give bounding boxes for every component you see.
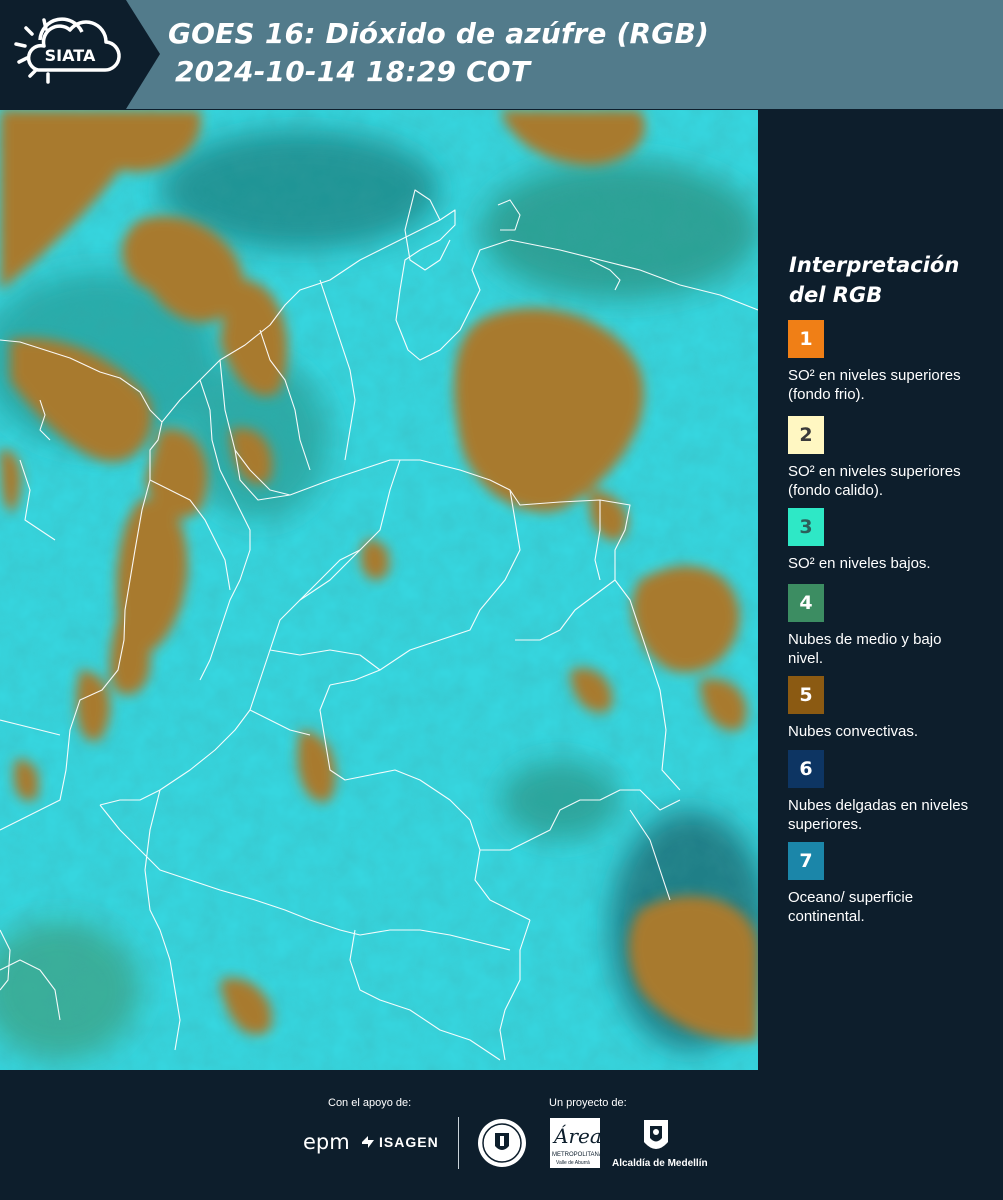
- legend-number: 5: [799, 684, 813, 706]
- legend-number: 4: [799, 592, 813, 614]
- alcaldia-text: Alcaldía de Medellín: [612, 1158, 708, 1169]
- legend-number: 3: [799, 516, 813, 538]
- legend-item-4: 4 Nubes de medio y bajo nivel.: [788, 584, 988, 668]
- legend-title-line-1: Interpretación: [789, 253, 960, 277]
- legend-panel: Interpretación del RGB 1 SO² en niveles …: [760, 110, 1003, 1070]
- siata-logo-text: SIATA: [45, 46, 96, 65]
- legend-number: 6: [799, 758, 813, 780]
- area-logo-line1: METROPOLITANA: [552, 1152, 603, 1158]
- legend-swatch-2: 2: [788, 416, 824, 454]
- legend-swatch-7: 7: [788, 842, 824, 880]
- legend-number: 7: [799, 850, 813, 872]
- legend-number: 2: [799, 424, 813, 446]
- legend-text: Oceano/ superficie continental.: [788, 889, 914, 925]
- alcaldia-shield-icon: [641, 1118, 671, 1156]
- legend-item-1: 1 SO² en niveles superiores (fondo frio)…: [788, 320, 988, 404]
- siata-logo: SIATA: [0, 0, 160, 109]
- footer: Con el apoyo de: Un proyecto de: epm ISA…: [0, 1070, 1003, 1200]
- legend-text: Nubes delgadas en niveles superiores.: [788, 797, 969, 833]
- legend-swatch-1: 1: [788, 320, 824, 358]
- legend-swatch-5: 5: [788, 676, 824, 714]
- legend-swatch-3: 3: [788, 508, 824, 546]
- footer-divider: [458, 1117, 459, 1169]
- legend-text: Nubes convectivas.: [788, 723, 919, 740]
- legend-text: Nubes de medio y bajo nivel.: [788, 631, 942, 667]
- header: SIATA GOES 16: Dióxido de azúfre (RGB) 2…: [0, 0, 1003, 109]
- legend-item-2: 2 SO² en niveles superiores (fondo calid…: [788, 416, 988, 500]
- area-logo-line2: Valle de Aburrá: [556, 1160, 590, 1166]
- epm-logo: epm: [303, 1130, 350, 1154]
- legend-item-6: 6 Nubes delgadas en niveles superiores.: [788, 750, 988, 834]
- area-logo-word: Área: [554, 1124, 602, 1148]
- legend-number: 1: [799, 328, 813, 350]
- legend-text: SO² en niveles superiores (fondo frio).: [788, 367, 961, 403]
- legend-item-7: 7 Oceano/ superficie continental.: [788, 842, 988, 926]
- legend-swatch-4: 4: [788, 584, 824, 622]
- satellite-map: [0, 110, 758, 1070]
- isagen-logo: ISAGEN: [379, 1134, 439, 1150]
- page-title: GOES 16: Dióxido de azúfre (RGB): [168, 17, 710, 50]
- legend-title-line-2: del RGB: [789, 283, 883, 307]
- legend-title: Interpretación del RGB: [789, 250, 989, 310]
- project-label: Un proyecto de:: [549, 1097, 627, 1109]
- timestamp: 2024-10-14 18:29 COT: [175, 55, 531, 88]
- support-label: Con el apoyo de:: [328, 1097, 412, 1109]
- area-metropolitana-logo: Área METROPOLITANA Valle de Aburrá: [550, 1118, 603, 1168]
- legend-item-3: 3 SO² en niveles bajos.: [788, 508, 988, 573]
- legend-text: SO² en niveles superiores (fondo calido)…: [788, 463, 961, 499]
- medellin-seal: [477, 1118, 527, 1168]
- isagen-icon: [360, 1134, 376, 1150]
- legend-swatch-6: 6: [788, 750, 824, 788]
- legend-item-5: 5 Nubes convectivas.: [788, 676, 988, 741]
- legend-text: SO² en niveles bajos.: [788, 555, 931, 572]
